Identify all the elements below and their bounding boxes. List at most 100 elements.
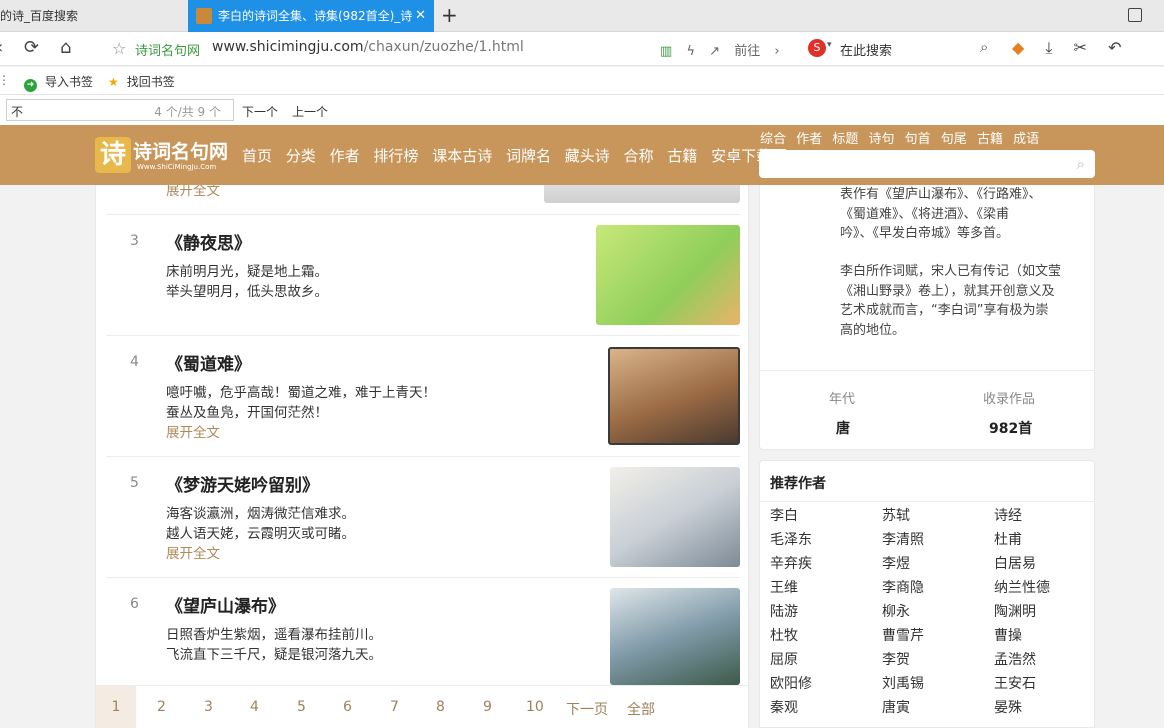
speed-icon[interactable]: ϟ <box>686 44 695 59</box>
author-link[interactable]: 刘禹锡 <box>882 673 924 693</box>
author-link[interactable]: 晏殊 <box>994 697 1022 717</box>
nav-collective[interactable]: 合称 <box>624 147 654 165</box>
page-link-7[interactable]: 7 <box>390 699 399 715</box>
author-bio-paragraph: 表作有《望庐山瀑布》、《行路难》、 《蜀道难》、《将进酒》、《梁甫 吟》、《早发… <box>840 185 1080 244</box>
nav-acrostic[interactable]: 藏头诗 <box>565 147 610 165</box>
all-pages-link[interactable]: 全部 <box>627 699 655 719</box>
bookmark-folder-icon[interactable]: ⋮ <box>0 73 10 87</box>
author-link[interactable]: 王安石 <box>994 673 1036 693</box>
bookmark-recover[interactable]: ★ 找回书签 <box>108 73 175 90</box>
author-link[interactable]: 纳兰性德 <box>994 577 1050 597</box>
poem-title[interactable]: 《蜀道难》 <box>166 350 251 375</box>
search-tab-author[interactable]: 作者 <box>796 132 822 149</box>
scissors-icon[interactable]: ✂ <box>1074 38 1087 57</box>
find-next-button[interactable]: 下一个 <box>242 103 278 120</box>
author-link[interactable]: 李煜 <box>882 553 910 573</box>
nav-textbook[interactable]: 课本古诗 <box>432 147 492 165</box>
go-button[interactable]: 前往 › <box>734 44 779 59</box>
author-link[interactable]: 杜牧 <box>770 625 798 645</box>
author-link[interactable]: 屈原 <box>770 649 798 669</box>
poem-title[interactable]: 《望庐山瀑布》 <box>166 592 285 617</box>
author-link[interactable]: 曹雪芹 <box>882 625 924 645</box>
author-link[interactable]: 毛泽东 <box>770 529 812 549</box>
author-link[interactable]: 王维 <box>770 577 798 597</box>
author-link[interactable]: 孟浩然 <box>994 649 1036 669</box>
author-link[interactable]: 李贺 <box>882 649 910 669</box>
search-tab-classics[interactable]: 古籍 <box>977 132 1003 149</box>
search-tab-line-start[interactable]: 句首 <box>905 132 931 149</box>
nav-category[interactable]: 分类 <box>286 147 316 165</box>
download-icon[interactable]: ⤓ <box>1045 38 1052 57</box>
browser-search-input[interactable]: 在此搜索 <box>840 40 892 59</box>
page-link-8[interactable]: 8 <box>436 699 445 715</box>
search-tab-title[interactable]: 标题 <box>832 132 858 149</box>
tab-menu-icon[interactable] <box>1128 8 1142 22</box>
nav-cipai[interactable]: 词牌名 <box>506 147 551 165</box>
author-link[interactable]: 辛弃疾 <box>770 553 812 573</box>
page-1-current[interactable]: 1 <box>96 686 136 728</box>
author-link[interactable]: 柳永 <box>882 601 910 621</box>
page-link-2[interactable]: 2 <box>157 699 166 715</box>
page-link-10[interactable]: 10 <box>526 699 544 715</box>
nav-home[interactable]: 首页 <box>242 147 272 165</box>
bookmark-star-icon[interactable]: ☆ <box>112 39 126 58</box>
poem-image[interactable] <box>610 467 740 567</box>
expand-link[interactable]: 展开全文 <box>166 542 220 562</box>
nav-author[interactable]: 作者 <box>330 147 360 165</box>
page-link-9[interactable]: 9 <box>483 699 492 715</box>
search-icon[interactable]: ⌕ <box>980 38 988 56</box>
author-link[interactable]: 李白 <box>770 505 798 525</box>
search-icon[interactable]: ⌕ <box>1077 155 1085 173</box>
tab-active[interactable]: 李白的诗词全集、诗集(982首全)_诗 ✕ <box>188 0 434 32</box>
expand-link[interactable]: 展开全文 <box>166 185 220 199</box>
author-link[interactable]: 李商隐 <box>882 577 924 597</box>
url-field[interactable]: www.shicimingju.com/chaxun/zuozhe/1.html <box>212 39 524 55</box>
author-link[interactable]: 秦观 <box>770 697 798 717</box>
nav-classics[interactable]: 古籍 <box>667 147 697 165</box>
next-page-link[interactable]: 下一页 <box>566 699 608 719</box>
poem-image[interactable] <box>610 588 740 685</box>
author-link[interactable]: 诗经 <box>994 505 1022 525</box>
author-link[interactable]: 苏轼 <box>882 505 910 525</box>
page-link-4[interactable]: 4 <box>250 699 259 715</box>
search-tab-verse[interactable]: 诗句 <box>868 132 894 149</box>
author-link[interactable]: 白居易 <box>994 553 1036 573</box>
reader-icon[interactable]: ▥ <box>660 44 672 59</box>
close-tab-icon[interactable]: ✕ <box>415 0 426 32</box>
undo-icon[interactable]: ↶ <box>1108 38 1121 57</box>
author-link[interactable]: 陆游 <box>770 601 798 621</box>
site-search-input[interactable]: ⌕ <box>759 150 1095 178</box>
poem-image[interactable] <box>596 225 740 325</box>
new-tab-button[interactable]: + <box>441 3 458 27</box>
chevron-down-icon[interactable]: ▾ <box>827 40 832 50</box>
find-prev-button[interactable]: 上一个 <box>292 103 328 120</box>
find-input[interactable]: 不 4 个/共 9 个 <box>6 99 234 121</box>
game-icon[interactable]: ◆ <box>1012 38 1024 57</box>
author-link[interactable]: 陶渊明 <box>994 601 1036 621</box>
bookmark-import[interactable]: ➜ 导入书签 <box>24 73 93 92</box>
refresh-icon[interactable]: ⟳ <box>24 37 39 58</box>
poem-image[interactable] <box>544 185 740 203</box>
share-icon[interactable]: ↗ <box>709 44 720 59</box>
search-engine-icon[interactable]: S <box>808 39 826 57</box>
site-favicon-icon <box>196 8 212 24</box>
back-icon[interactable]: ‹ <box>0 37 3 58</box>
author-link[interactable]: 欧阳修 <box>770 673 812 693</box>
poem-image[interactable] <box>608 347 740 445</box>
author-link[interactable]: 杜甫 <box>994 529 1022 549</box>
search-tab-idiom[interactable]: 成语 <box>1013 132 1039 149</box>
home-icon[interactable]: ⌂ <box>60 37 71 58</box>
page-link-6[interactable]: 6 <box>343 699 352 715</box>
page-link-5[interactable]: 5 <box>297 699 306 715</box>
page-link-3[interactable]: 3 <box>204 699 213 715</box>
search-tab-line-end[interactable]: 句尾 <box>941 132 967 149</box>
poem-title[interactable]: 《静夜思》 <box>166 229 251 254</box>
author-link[interactable]: 李清照 <box>882 529 924 549</box>
nav-ranking[interactable]: 排行榜 <box>373 147 418 165</box>
expand-link[interactable]: 展开全文 <box>166 421 220 441</box>
tab-baidu-search[interactable]: 的诗_百度搜索 <box>0 0 186 32</box>
author-link[interactable]: 曹操 <box>994 625 1022 645</box>
poem-title[interactable]: 《梦游天姥吟留别》 <box>166 471 319 496</box>
author-link[interactable]: 唐寅 <box>882 697 910 717</box>
search-tab-all[interactable]: 综合 <box>760 132 787 151</box>
